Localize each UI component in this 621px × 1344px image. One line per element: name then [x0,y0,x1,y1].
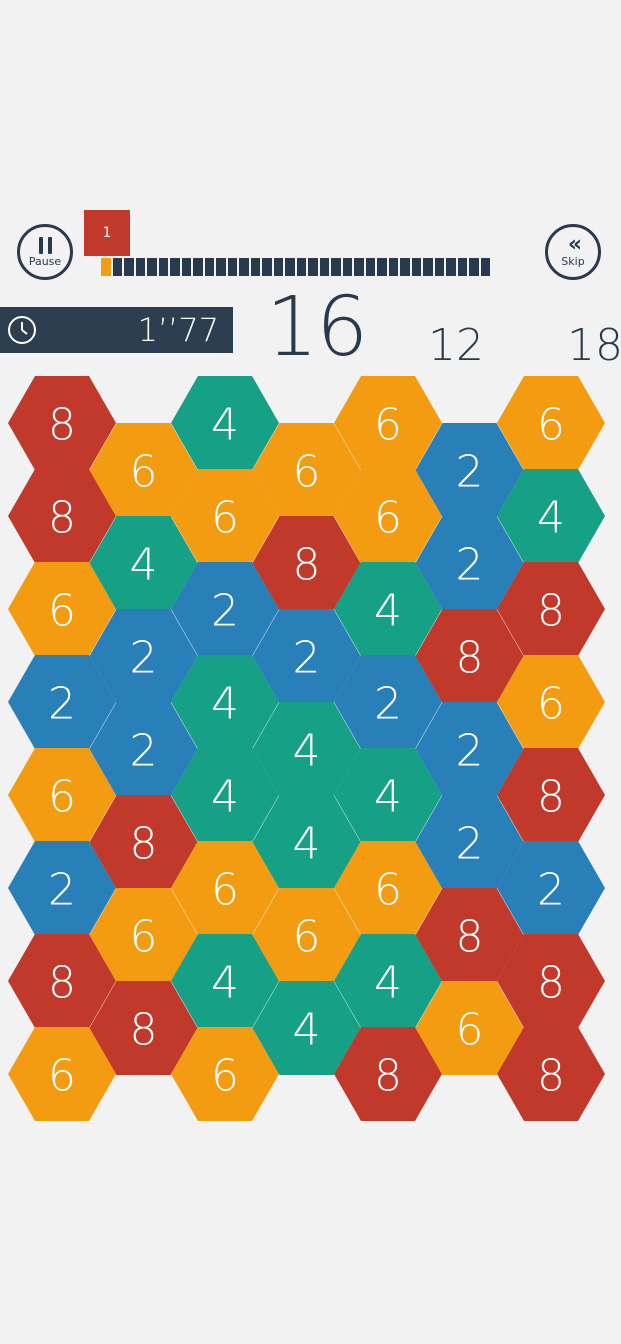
target-score: 18 [567,320,621,371]
skip-button[interactable]: « Skip [545,224,601,280]
progress-segment [239,258,249,276]
progress-segment [400,258,410,276]
progress-segment [273,258,283,276]
double-chevron-left-icon: « [567,232,582,257]
hex-board: 8862628664228684624464668244646642464822… [0,0,621,1344]
progress-segment [354,258,364,276]
progress-segment [227,258,237,276]
progress-segment [388,258,398,276]
progress-segment [112,258,122,276]
progress-segment [216,258,226,276]
progress-segment [446,258,456,276]
progress-segment [411,258,421,276]
progress-segment [101,258,111,276]
timer-panel: 1’’77 [0,307,233,353]
progress-segment [285,258,295,276]
timer-value: 1’’77 [137,311,219,349]
clock-icon [8,316,36,344]
progress-segment [480,258,490,276]
progress-segment [434,258,444,276]
hex-grid: 8862628664228684624464668244646642464822… [8,376,605,1121]
progress-segment [365,258,375,276]
progress-segment [457,258,467,276]
progress-segment [158,258,168,276]
progress-segment [262,258,272,276]
progress-segment [170,258,180,276]
progress-segment [331,258,341,276]
pause-button[interactable]: Pause [17,224,73,280]
progress-segment [469,258,479,276]
progress-segment [135,258,145,276]
next-score: 12 [428,320,484,371]
progress-segment [342,258,352,276]
level-indicator: 1 [84,210,130,256]
progress-segment [124,258,134,276]
progress-segment [193,258,203,276]
progress-segment [204,258,214,276]
pause-label: Pause [28,254,62,268]
progress-segment [377,258,387,276]
progress-segment [423,258,433,276]
progress-segment [250,258,260,276]
progress-segment [296,258,306,276]
progress-segment [319,258,329,276]
pause-icon [38,236,52,254]
progress-segment [181,258,191,276]
skip-label: Skip [561,255,585,268]
progress-segment [308,258,318,276]
progress-segment [147,258,157,276]
level-progress-bar [101,258,490,276]
current-score: 16 [266,280,368,375]
